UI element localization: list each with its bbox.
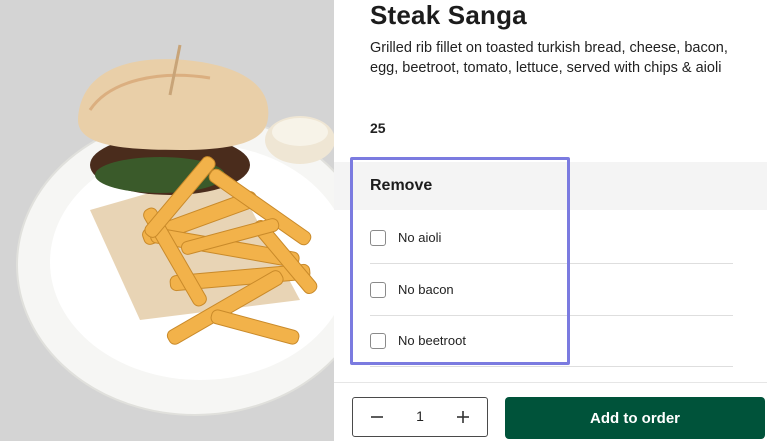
item-title: Steak Sanga xyxy=(370,0,527,30)
checkbox[interactable] xyxy=(370,333,386,349)
plus-icon-glyph xyxy=(457,411,469,423)
minus-icon-glyph xyxy=(371,416,383,418)
remove-section-header: Remove xyxy=(334,162,767,210)
option-no-bacon[interactable]: No bacon xyxy=(370,264,733,316)
add-to-order-button[interactable]: Add to order xyxy=(505,397,765,439)
order-footer: 1 Add to order xyxy=(334,382,767,442)
item-price: 25 xyxy=(370,120,386,136)
quantity-value: 1 xyxy=(416,408,424,424)
item-details-panel: Steak Sanga Grilled rib fillet on toaste… xyxy=(334,0,767,441)
minus-icon[interactable] xyxy=(357,398,397,436)
option-no-aioli[interactable]: No aioli xyxy=(370,212,733,264)
checkbox[interactable] xyxy=(370,282,386,298)
dish-photo xyxy=(0,0,334,441)
checkbox[interactable] xyxy=(370,230,386,246)
option-no-beetroot[interactable]: No beetroot xyxy=(370,315,733,367)
plus-icon[interactable] xyxy=(443,398,483,436)
option-label: No bacon xyxy=(398,282,454,297)
remove-section-heading: Remove xyxy=(370,177,433,194)
item-description: Grilled rib fillet on toasted turkish br… xyxy=(370,40,728,76)
option-label: No aioli xyxy=(398,230,442,245)
option-label: No beetroot xyxy=(398,333,466,348)
dish-image xyxy=(16,44,334,416)
quantity-stepper: 1 xyxy=(352,397,488,437)
